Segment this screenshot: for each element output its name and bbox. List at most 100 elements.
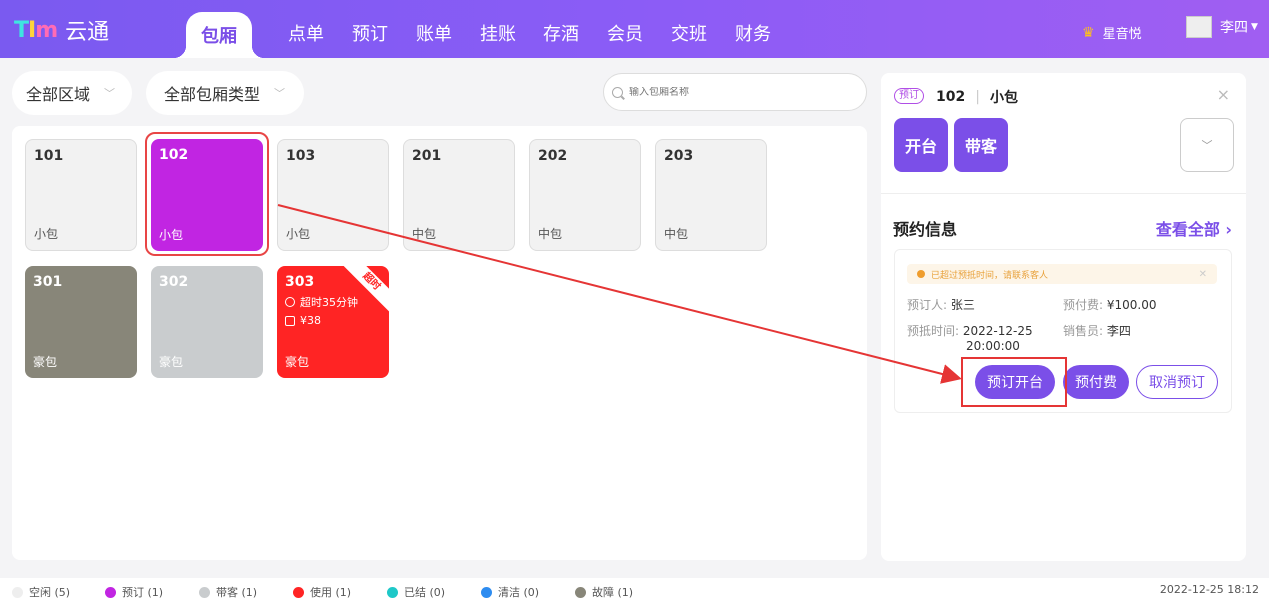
- close-icon[interactable]: ✕: [1199, 269, 1207, 280]
- room-card[interactable]: 201 中包: [403, 139, 515, 251]
- nav-tab-shift[interactable]: 交班: [671, 20, 707, 46]
- vip-store[interactable]: ♛ 星音悦: [1082, 23, 1142, 43]
- arrive-date: 2022-12-25: [962, 324, 1033, 338]
- logo: TIm 云通: [14, 14, 109, 46]
- chevron-down-icon: ﹀: [1201, 139, 1213, 152]
- status-dot: [105, 586, 116, 598]
- open-table-button[interactable]: 开台: [894, 118, 948, 172]
- legend-booked: 预订 (1): [105, 584, 163, 600]
- avatar: [1186, 16, 1212, 38]
- area-select[interactable]: 全部区域 ﹀: [12, 71, 132, 115]
- room-number: 203: [664, 148, 694, 164]
- receipt-icon: [285, 315, 295, 326]
- caret-down-icon: ▼: [1251, 22, 1258, 32]
- nav-tab-rooms[interactable]: 包厢: [174, 12, 264, 58]
- room-type: 小包: [159, 228, 184, 242]
- nav-tab-members[interactable]: 会员: [607, 20, 643, 46]
- nav-tab-wine-storage[interactable]: 存酒: [543, 20, 579, 46]
- warning-icon: [917, 270, 925, 278]
- room-type: 中包: [664, 227, 689, 241]
- legend-label: 使用 (1): [310, 586, 352, 599]
- room-card[interactable]: 303 超时 超时35分钟 ¥38 豪包: [277, 266, 389, 378]
- room-type-select[interactable]: 全部包厢类型 ﹀: [146, 71, 304, 115]
- prepay-field: 预付费: ¥100.00: [1063, 296, 1157, 313]
- title-separator: |: [975, 89, 980, 105]
- current-datetime: 2022-12-25 18:12: [1159, 583, 1259, 596]
- legend-label: 空闲 (5): [29, 586, 71, 599]
- annotation-highlight: [961, 357, 1067, 407]
- legend-idle: 空闲 (5): [12, 584, 70, 600]
- room-detail-panel: 预订 102 | 小包 × 开台 带客 ﹀ 预约信息 查看全部 › 已超过预抵时…: [881, 73, 1246, 561]
- room-card[interactable]: 302 豪包: [151, 266, 263, 378]
- detail-title: 102 | 小包: [936, 87, 1018, 107]
- divider: [881, 193, 1246, 194]
- area-select-value: 全部区域: [26, 85, 91, 104]
- crown-icon: ♛: [1082, 24, 1095, 41]
- logo-mark: TIm: [14, 17, 58, 43]
- sales-field: 销售员: 李四: [1063, 322, 1131, 339]
- rooms-panel: 101 小包 102 小包 103 小包 201 中包 202 中包 203 中…: [12, 126, 867, 560]
- room-card[interactable]: 202 中包: [529, 139, 641, 251]
- nav-tab-finance[interactable]: 财务: [735, 20, 771, 46]
- room-type: 豪包: [33, 355, 58, 369]
- vip-store-name: 星音悦: [1102, 27, 1142, 42]
- chevron-down-icon: ﹀: [104, 87, 116, 100]
- room-number: 102: [159, 147, 189, 163]
- room-type: 小包: [34, 227, 59, 241]
- room-card[interactable]: 203 中包: [655, 139, 767, 251]
- search-input[interactable]: [629, 86, 829, 98]
- overdue-warning: 已超过预抵时间，请联系客人 ✕: [907, 264, 1217, 284]
- room-type: 中包: [538, 227, 563, 241]
- prepay-label: 预付费:: [1063, 298, 1104, 312]
- room-type-select-value: 全部包厢类型: [164, 85, 261, 104]
- prepay-button[interactable]: 预付费: [1063, 365, 1129, 399]
- status-dot: [387, 586, 398, 598]
- nav-tab-bills[interactable]: 账单: [416, 20, 452, 46]
- room-card[interactable]: 103 小包: [277, 139, 389, 251]
- status-bar: 空闲 (5) 预订 (1) 带客 (1) 使用 (1) 已结 (0) 清洁 (0…: [0, 578, 1269, 601]
- legend-label: 已结 (0): [404, 586, 446, 599]
- search-box[interactable]: [603, 73, 867, 111]
- room-card[interactable]: 101 小包: [25, 139, 137, 251]
- view-all-link[interactable]: 查看全部 ›: [1156, 216, 1232, 240]
- status-badge: 预订: [894, 88, 924, 104]
- nav-tab-booking[interactable]: 预订: [352, 20, 388, 46]
- status-dot: [12, 586, 23, 598]
- room-type: 中包: [412, 227, 437, 241]
- status-dot: [199, 586, 210, 598]
- bring-guest-button[interactable]: 带客: [954, 118, 1008, 172]
- chevron-down-icon: ﹀: [274, 87, 286, 100]
- overtime-line: 超时35分钟: [285, 294, 358, 310]
- status-dot: [293, 586, 304, 598]
- sales-value: 李四: [1106, 324, 1131, 338]
- legend-label: 清洁 (0): [498, 586, 540, 599]
- close-icon[interactable]: ×: [1217, 85, 1230, 104]
- logo-text: 云通: [65, 20, 110, 45]
- legend-label: 预订 (1): [122, 586, 164, 599]
- legend-settled: 已结 (0): [387, 584, 445, 600]
- room-number: 201: [412, 148, 442, 164]
- arrive-time: 20:00:00: [966, 339, 1020, 353]
- prepay-value: ¥100.00: [1106, 298, 1157, 312]
- room-type: 豪包: [159, 355, 184, 369]
- nav-tab-order[interactable]: 点单: [288, 20, 324, 46]
- cancel-booking-button[interactable]: 取消预订: [1136, 365, 1218, 399]
- user-menu[interactable]: 李四 ▼: [1186, 16, 1258, 38]
- arrive-time-line: 20:00:00: [966, 339, 1020, 353]
- legend-guest: 带客 (1): [199, 584, 257, 600]
- booker-value: 张三: [950, 298, 975, 312]
- amount-line: ¥38: [285, 314, 321, 327]
- room-number: 101: [34, 148, 64, 164]
- legend-inuse: 使用 (1): [293, 584, 351, 600]
- nav-tab-credit[interactable]: 挂账: [480, 20, 516, 46]
- more-actions-button[interactable]: ﹀: [1180, 118, 1234, 172]
- booker-label: 预订人:: [907, 298, 948, 312]
- room-card[interactable]: 301 豪包: [25, 266, 137, 378]
- status-dot: [575, 586, 586, 598]
- room-card-selected[interactable]: 102 小包: [151, 139, 263, 251]
- room-type: 豪包: [285, 355, 310, 369]
- legend-label: 带客 (1): [216, 586, 258, 599]
- top-bar: TIm 云通 包厢 点单 预订 账单 挂账 存酒 会员 交班 财务 ♛ 星音悦 …: [0, 0, 1269, 58]
- amount-text: ¥38: [300, 314, 321, 327]
- status-dot: [481, 586, 492, 598]
